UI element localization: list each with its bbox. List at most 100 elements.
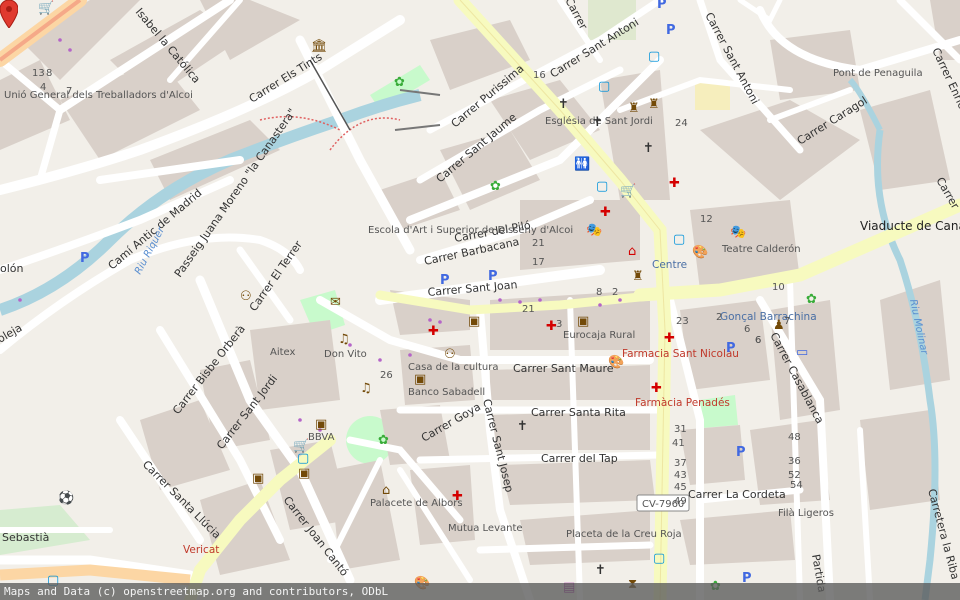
music-icon[interactable]: ♫ — [338, 332, 350, 347]
map-attribution: Maps and Data (c) openstreetmap.org and … — [0, 583, 960, 600]
street-label-la-cordeta: Carrer La Cordeta — [688, 488, 786, 501]
bank-icon[interactable]: ▣ — [252, 471, 264, 486]
sports-icon[interactable]: ⚽ — [57, 490, 74, 506]
bank-icon[interactable]: ▣ — [414, 372, 426, 387]
house-number: 13 — [32, 68, 45, 79]
street-label-santa-rita: Carrer Santa Rita — [531, 406, 626, 419]
museum-icon[interactable]: 🏛 — [311, 38, 328, 54]
place-label-vericat: Vericat — [183, 544, 219, 556]
pharmacy-icon[interactable]: ✚ — [546, 319, 557, 334]
bank-icon[interactable]: ▣ — [468, 314, 480, 329]
music-icon[interactable]: ♫ — [360, 381, 372, 396]
castle-icon[interactable]: ⌂ — [382, 483, 390, 498]
arts-centre-icon[interactable]: 🎨 — [608, 353, 624, 370]
place-label-farmacia-nicolau: Farmacia Sant Nicolau — [622, 348, 739, 360]
toilets-icon[interactable]: 🚻 — [574, 156, 590, 172]
church-icon[interactable]: ✝ — [643, 141, 654, 156]
house-number: 54 — [790, 480, 803, 491]
place-label-palacete: Palacete de Albors — [370, 498, 463, 509]
parking-icon[interactable]: P — [657, 0, 667, 12]
place-label-farmacia-penades: Farmàcia Penadés — [635, 397, 730, 409]
place-label-escola: Escola d'Art i Superior de Disseny d'Alc… — [368, 225, 573, 236]
office-icon[interactable]: ♟ — [773, 318, 785, 333]
bank-icon[interactable]: ▣ — [298, 466, 310, 481]
arts-centre-icon[interactable]: 🎨 — [692, 243, 708, 260]
hospital-icon[interactable]: ⌂ — [628, 244, 636, 259]
church-icon[interactable]: ✝ — [517, 419, 528, 434]
parking-icon[interactable]: P — [440, 273, 450, 288]
house-number: 10 — [772, 282, 785, 293]
parking-icon[interactable]: P — [488, 269, 498, 284]
church-icon[interactable]: ✝ — [595, 563, 606, 578]
street-label-sebastia: Sebastià — [2, 531, 49, 544]
house-number: 49 — [674, 496, 687, 507]
house-number: 8 — [46, 68, 52, 79]
playground-icon[interactable]: ✿ — [378, 433, 389, 448]
pharmacy-icon[interactable]: ✚ — [600, 205, 611, 220]
place-label-placeta: Placeta de la Creu Roja — [566, 529, 682, 540]
house-number: 21 — [532, 238, 545, 249]
house-number: 23 — [676, 316, 689, 327]
bus-stop-icon[interactable]: ▢ — [653, 551, 665, 566]
place-label-eurocaja: Eurocaja Rural — [563, 330, 635, 341]
parking-icon[interactable]: P — [736, 445, 746, 460]
church-icon[interactable]: ✝ — [558, 97, 569, 112]
playground-icon[interactable]: ✿ — [490, 179, 501, 194]
pharmacy-icon[interactable]: ✚ — [669, 176, 680, 191]
playground-icon[interactable]: ✿ — [806, 292, 817, 307]
pharmacy-icon[interactable]: ✚ — [428, 324, 439, 339]
house-number: 37 — [674, 458, 687, 469]
playground-icon[interactable]: ✿ — [394, 75, 405, 90]
street-label-sant-maure: Carrer Sant Maure — [513, 362, 614, 375]
shop-icon[interactable]: 🛒 — [38, 0, 54, 16]
map-view[interactable]: Isabel la Católica Carrer Els Tints Carr… — [0, 0, 960, 600]
bus-stop-icon[interactable]: ▢ — [596, 179, 608, 194]
house-number: 2 — [716, 312, 722, 323]
map-canvas[interactable]: Isabel la Católica Carrer Els Tints Carr… — [0, 0, 960, 600]
house-number: 7 — [66, 86, 72, 97]
monument-icon[interactable]: ♜ — [648, 97, 660, 112]
place-label-viaducte: Viaducte de Canalejas — [860, 219, 960, 233]
pharmacy-icon[interactable]: ✚ — [651, 381, 662, 396]
church-icon[interactable]: ✝ — [592, 115, 603, 130]
house-number: 26 — [380, 370, 393, 381]
place-label-union: Unió General dels Treballadors d'Alcoi — [4, 89, 193, 101]
bus-stop-icon[interactable]: ▢ — [673, 232, 685, 247]
house-number: 41 — [672, 438, 685, 449]
house-number: 17 — [532, 257, 545, 268]
hotel-icon[interactable]: ▭ — [796, 345, 808, 360]
bank-icon[interactable]: ▣ — [315, 417, 327, 432]
house-number: 48 — [788, 432, 801, 443]
bus-stop-icon[interactable]: ▢ — [648, 49, 660, 64]
bus-stop-icon[interactable]: ▢ — [598, 79, 610, 94]
parking-icon[interactable]: P — [726, 341, 736, 356]
place-label-teatre: Teatre Calderón — [721, 243, 801, 255]
house-number: 43 — [674, 470, 687, 481]
parking-icon[interactable]: P — [80, 251, 90, 266]
parking-icon[interactable]: P — [666, 23, 676, 38]
post-office-icon[interactable]: ✉ — [330, 295, 341, 310]
place-label-bbva: BBVA — [308, 432, 335, 443]
bus-stop-icon[interactable]: ▢ — [297, 451, 309, 466]
monument-icon[interactable]: ♜ — [632, 269, 644, 284]
house-number: 24 — [675, 118, 688, 129]
place-label-centre: Centre — [652, 259, 687, 271]
theatre-icon[interactable]: 🎭 — [586, 223, 602, 238]
house-number: 7 — [784, 316, 790, 327]
place-label-pont: Pont de Penaguila — [833, 68, 923, 79]
theatre-icon[interactable]: 🎭 — [730, 225, 746, 240]
pharmacy-icon[interactable]: ✚ — [452, 489, 463, 504]
house-number: 8 — [596, 287, 602, 298]
community-icon[interactable]: ⚇ — [240, 289, 252, 304]
monument-icon[interactable]: ♜ — [628, 101, 640, 116]
bank-icon[interactable]: ▣ — [577, 314, 589, 329]
street-label-olon: olón — [0, 262, 24, 275]
location-marker-icon[interactable] — [0, 0, 18, 28]
house-number: 12 — [700, 214, 713, 225]
community-centre-icon[interactable]: ⚇ — [444, 347, 456, 362]
house-number: 3 — [556, 319, 562, 330]
shop-icon[interactable]: 🛒 — [620, 183, 636, 199]
place-label-banco: Banco Sabadell — [408, 387, 485, 398]
house-number: 2 — [612, 287, 618, 298]
pharmacy-icon[interactable]: ✚ — [664, 331, 675, 346]
